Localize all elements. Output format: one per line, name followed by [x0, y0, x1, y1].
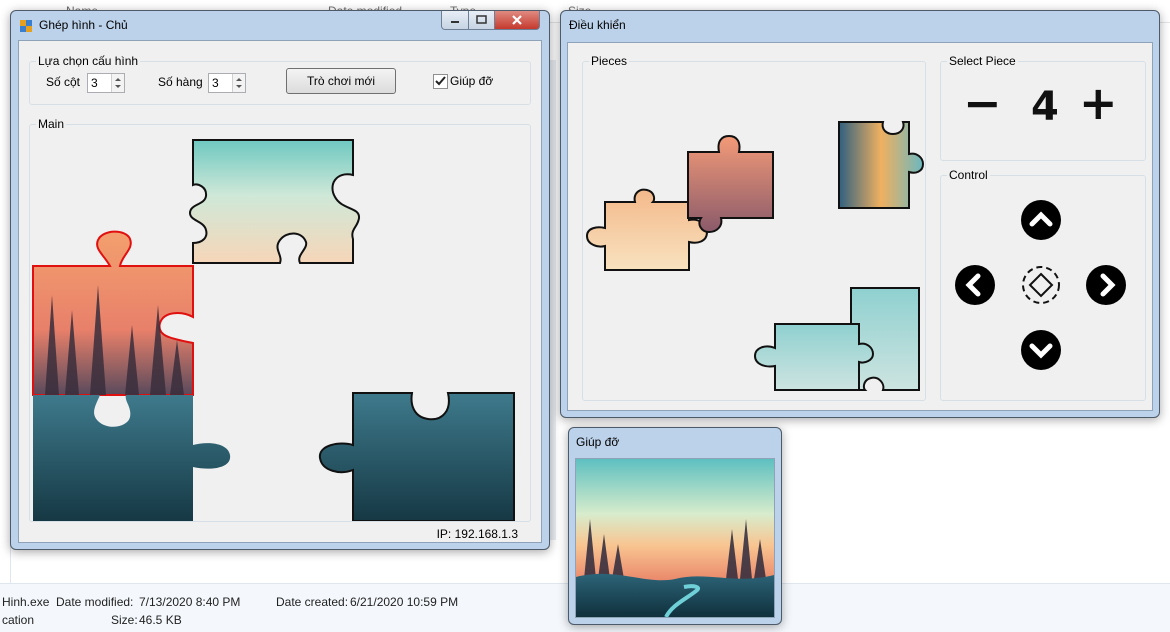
size-label: Size:	[111, 613, 138, 627]
board-piece-top[interactable]	[188, 139, 360, 264]
help-titlebar[interactable]: Giúp đỡ	[569, 428, 781, 456]
maximize-icon	[476, 15, 487, 24]
help-checkbox-label: Giúp đỡ	[450, 74, 494, 88]
puzzle-board[interactable]	[30, 125, 530, 521]
config-group-label: Lựa chọn cấu hình	[36, 54, 141, 68]
control-titlebar[interactable]: Điều khiển	[561, 11, 1159, 39]
minimize-button[interactable]	[441, 11, 469, 30]
close-icon	[512, 15, 522, 25]
file-name: Hinh.exe	[2, 595, 50, 609]
arrow-down-icon	[1029, 343, 1053, 359]
checkmark-icon	[435, 76, 446, 86]
rows-spin-buttons[interactable]	[232, 74, 245, 92]
main-window: Ghép hình - Chủ Lựa chọn cấu hình Số cột…	[10, 10, 550, 550]
main-board-groupbox: Main IP: 192.168.1.3	[29, 117, 531, 541]
config-groupbox: Lựa chọn cấu hình Số cột 3 Số hàng 3 Trò…	[29, 54, 531, 105]
move-down-button[interactable]	[1021, 330, 1061, 370]
close-button[interactable]	[494, 11, 540, 30]
cols-value: 3	[91, 76, 98, 90]
help-checkbox[interactable]	[433, 74, 448, 89]
tray-piece-3[interactable]	[838, 121, 925, 209]
control-window-title: Điều khiển	[569, 18, 626, 32]
maximize-button[interactable]	[468, 11, 495, 30]
pieces-tray[interactable]	[583, 62, 925, 400]
rotate-button[interactable]	[1021, 265, 1061, 305]
reference-image	[575, 458, 775, 618]
cols-label: Số cột	[46, 75, 81, 89]
control-groupbox: Control	[940, 168, 1146, 401]
arrow-right-icon	[1100, 273, 1116, 297]
arrow-up-icon	[1029, 211, 1053, 227]
date-created-label: Date created:	[276, 595, 349, 609]
move-left-button[interactable]	[955, 265, 995, 305]
board-piece-bottom-right[interactable]	[318, 392, 515, 521]
tray-piece-5[interactable]	[753, 323, 875, 391]
rows-stepper[interactable]: 3	[208, 73, 246, 93]
minimize-icon	[451, 21, 459, 23]
help-window: Giúp đỡ	[568, 427, 782, 625]
control-client-area: Pieces Select Piece − 4 + Control	[567, 42, 1153, 411]
move-right-button[interactable]	[1086, 265, 1126, 305]
control-group-label: Control	[947, 168, 990, 182]
control-window: Điều khiển Pieces Select Piece − 4 + Con…	[560, 10, 1160, 418]
cols-stepper[interactable]: 3	[87, 73, 125, 93]
location-label: cation	[2, 613, 35, 627]
tray-piece-4[interactable]	[850, 287, 920, 391]
main-window-title: Ghép hình - Chủ	[39, 18, 128, 32]
date-modified-label: Date modified:	[56, 595, 134, 609]
rows-value: 3	[212, 76, 219, 90]
date-created-value: 6/21/2020 10:59 PM	[350, 595, 459, 609]
app-icon	[20, 20, 32, 32]
help-window-title: Giúp đỡ	[576, 435, 620, 449]
selected-piece-number: 4	[1031, 84, 1059, 130]
tray-piece-2[interactable]	[687, 134, 774, 234]
increment-piece-button[interactable]: +	[1079, 76, 1118, 130]
arrow-left-icon	[965, 273, 981, 297]
new-game-button[interactable]: Trò chơi mới	[286, 68, 396, 94]
select-group-label: Select Piece	[947, 54, 1018, 68]
move-up-button[interactable]	[1021, 200, 1061, 240]
rotate-icon	[1022, 266, 1060, 304]
board-piece-bottom-left[interactable]	[33, 395, 231, 521]
decrement-piece-button[interactable]: −	[963, 76, 1002, 130]
pieces-groupbox: Pieces	[582, 54, 926, 401]
ip-address: IP: 192.168.1.3	[436, 527, 518, 541]
size-value: 46.5 KB	[139, 613, 182, 627]
date-modified-value: 7/13/2020 8:40 PM	[139, 595, 241, 609]
rows-label: Số hàng	[158, 75, 203, 89]
main-client-area: Lựa chọn cấu hình Số cột 3 Số hàng 3 Trò…	[18, 40, 542, 543]
main-titlebar[interactable]: Ghép hình - Chủ	[11, 11, 549, 39]
select-piece-groupbox: Select Piece − 4 +	[940, 54, 1146, 161]
cols-spin-buttons[interactable]	[111, 74, 124, 92]
